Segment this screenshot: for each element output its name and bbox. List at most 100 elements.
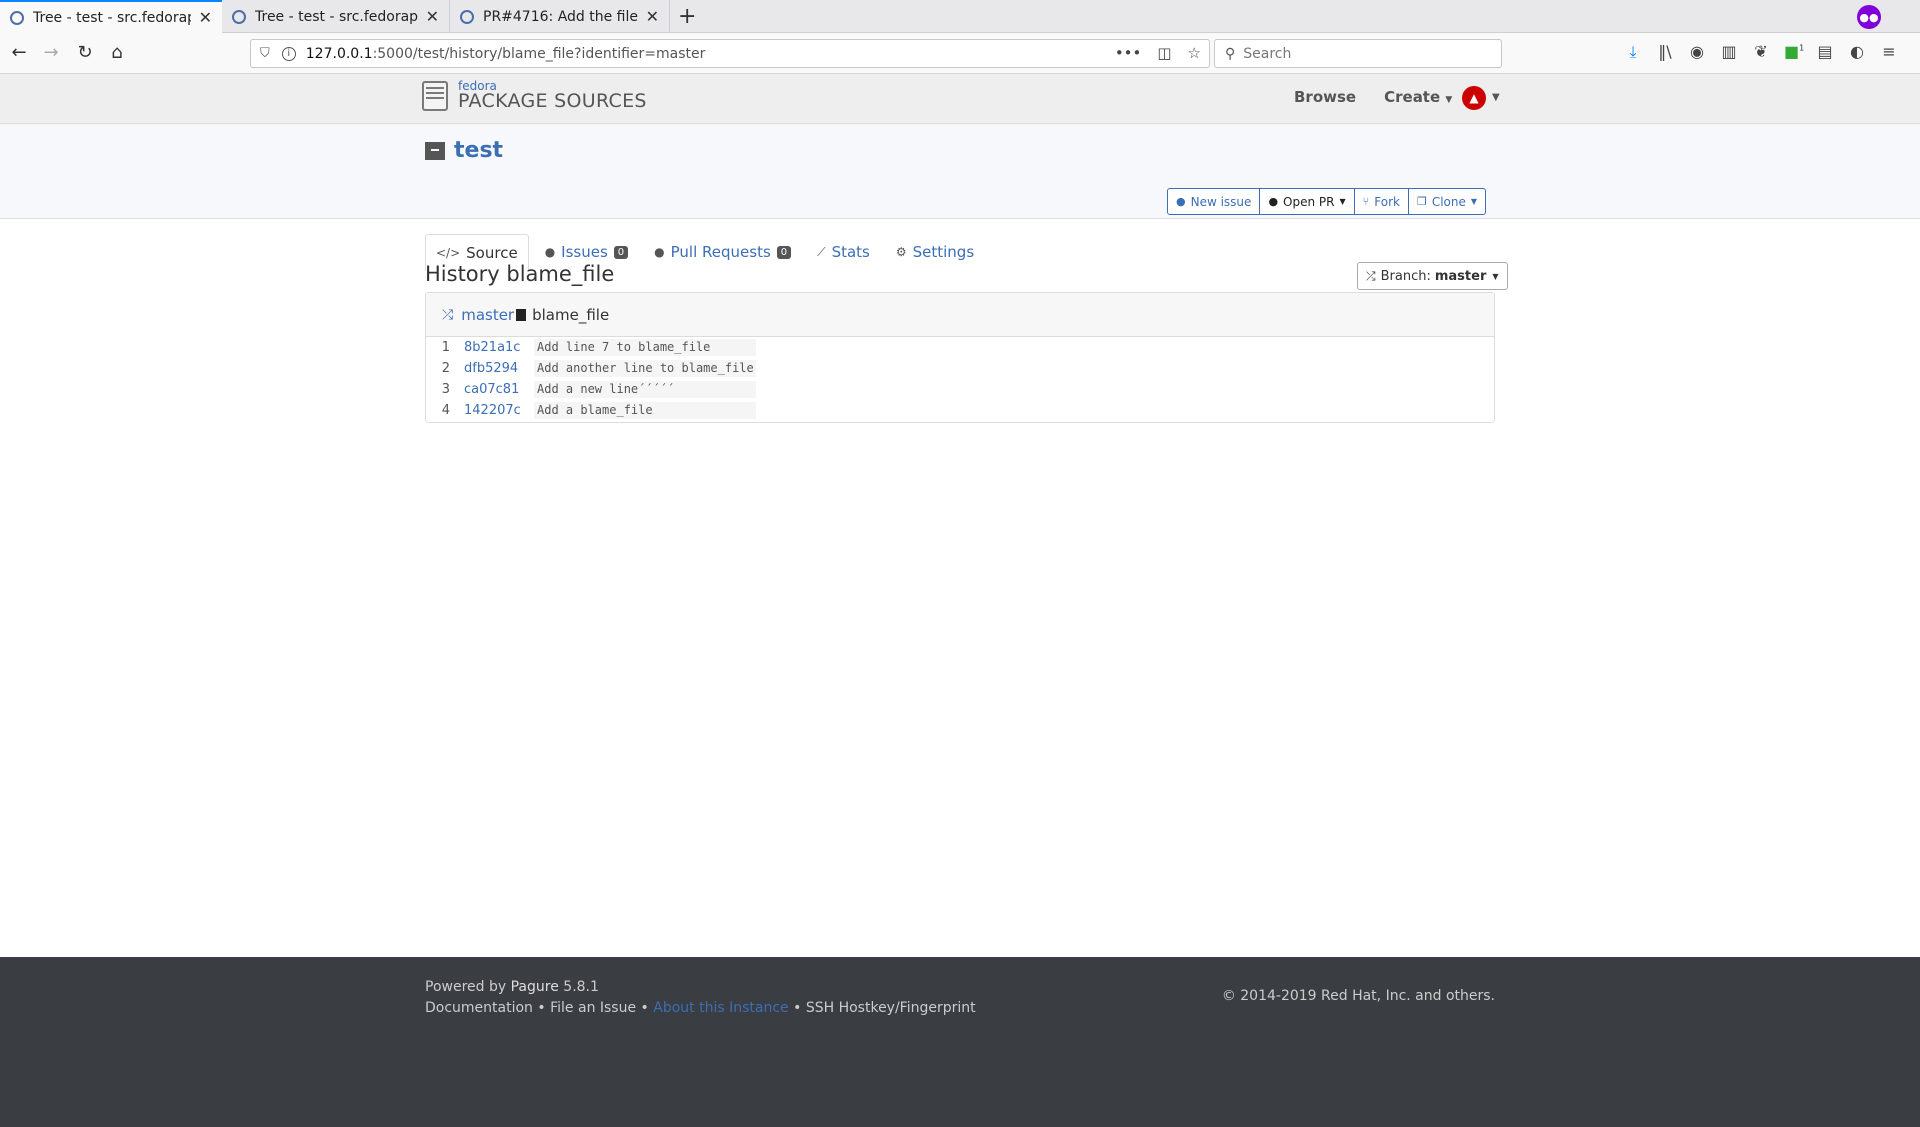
clone-button[interactable]: ❐ Clone ▼ xyxy=(1407,188,1487,215)
nav-create[interactable]: Create ▼ xyxy=(1384,88,1452,106)
forward-arrow-icon[interactable]: → xyxy=(38,40,64,66)
commit-link[interactable]: 142207c xyxy=(464,403,534,418)
fedora-package-sources-logo[interactable]: fedora PACKAGE SOURCES xyxy=(422,80,647,111)
shuffle-icon: ⤮ xyxy=(442,306,454,323)
tab-settings-label: Settings xyxy=(912,243,975,261)
commit-link[interactable]: dfb5294 xyxy=(464,361,534,376)
pagure-version: 5.8.1 xyxy=(563,979,599,995)
exclamation-circle-icon: ● xyxy=(1176,195,1186,208)
tab-pull-requests[interactable]: ● Pull Requests 0 xyxy=(644,234,801,270)
tracking-shield-icon[interactable]: ⛉ xyxy=(260,46,270,61)
issues-count-badge: 0 xyxy=(613,245,629,259)
account-icon[interactable]: ◐ xyxy=(1848,42,1866,62)
powered-by-text: Powered by xyxy=(425,979,507,995)
extension-badge-count: 1 xyxy=(1799,43,1805,53)
tab-source-label: Source xyxy=(466,243,518,262)
documentation-link[interactable]: Documentation xyxy=(425,1000,533,1016)
url-bar[interactable]: ⛉ i 127.0.0.1:5000/test/history/blame_fi… xyxy=(250,39,1210,68)
footer-links: Documentation • File an Issue • About th… xyxy=(425,998,976,1019)
logo-big-text: PACKAGE SOURCES xyxy=(458,90,647,112)
nav-browse[interactable]: Browse xyxy=(1294,88,1356,106)
chevron-down-icon[interactable]: ▼ xyxy=(1492,92,1500,103)
breadcrumb-branch-link[interactable]: master xyxy=(461,306,514,324)
line-number: 2 xyxy=(441,361,450,376)
nav-create-label: Create xyxy=(1384,88,1441,106)
tab-stats[interactable]: ⟋ Stats xyxy=(807,234,880,270)
user-avatar[interactable]: ▲ xyxy=(1462,86,1486,110)
private-browsing-mask-icon: ●● xyxy=(1857,5,1881,29)
site-info-icon[interactable]: i xyxy=(281,46,296,61)
shuffle-icon: ⤮ xyxy=(1366,268,1376,283)
url-text[interactable]: 127.0.0.1:5000/test/history/blame_file?i… xyxy=(306,46,706,62)
reload-icon[interactable]: ↻ xyxy=(72,40,98,66)
home-icon[interactable]: ⌂ xyxy=(104,40,130,66)
table-row: 2 dfb5294 Add another line to blame_file xyxy=(426,358,756,379)
library-icon[interactable]: ‖\ xyxy=(1656,42,1674,62)
tab-title: PR#4716: Add the file his xyxy=(483,8,638,25)
commit-message: Add line 7 to blame_file xyxy=(534,339,756,356)
page-title: History blame_file xyxy=(425,262,615,286)
repo-name[interactable]: test xyxy=(454,138,503,163)
back-arrow-icon[interactable]: ← xyxy=(6,40,32,66)
ssh-hostkey-link[interactable]: SSH Hostkey/Fingerprint xyxy=(806,1000,976,1016)
file-icon xyxy=(516,308,527,321)
commit-link[interactable]: ca07c81 xyxy=(464,382,534,397)
downloads-icon[interactable]: ⤓ xyxy=(1624,42,1642,62)
browser-tab-3[interactable]: PR#4716: Add the file his ✕ xyxy=(450,0,670,33)
commit-link[interactable]: 8b21a1c xyxy=(464,340,534,355)
browser-tab-1[interactable]: Tree - test - src.fedorapr ✕ xyxy=(0,0,222,33)
commit-message: Add a blame_file xyxy=(534,402,756,419)
arrow-circle-icon: ● xyxy=(1268,195,1279,208)
menu-icon[interactable]: ≡ xyxy=(1880,42,1898,62)
browser-tab-2[interactable]: Tree - test - src.fedorapr ✕ xyxy=(222,0,450,33)
chevron-down-icon: ▼ xyxy=(1470,197,1478,206)
site-header: fedora PACKAGE SOURCES Browse Create ▼ ▲… xyxy=(0,74,1920,124)
powered-by-line: Powered by Pagure 5.8.1 xyxy=(425,977,976,998)
commit-message: Add a new line´´´´´ xyxy=(534,381,756,398)
about-instance-link[interactable]: About this Instance xyxy=(653,1000,788,1016)
new-tab-button[interactable]: + xyxy=(678,4,696,29)
branch-value: master xyxy=(1434,268,1487,284)
branch-selector-button[interactable]: ⤮ Branch: master ▼ xyxy=(1357,262,1508,290)
new-issue-button[interactable]: ● New issue xyxy=(1167,188,1261,215)
tab-title: Tree - test - src.fedorapr xyxy=(33,9,191,26)
branch-label: Branch: xyxy=(1380,268,1431,284)
chevron-down-icon: ▼ xyxy=(1492,271,1499,281)
pr-count-badge: 0 xyxy=(776,245,792,259)
close-icon[interactable]: ✕ xyxy=(646,7,659,26)
bookmark-star-icon[interactable]: ☆ xyxy=(1188,44,1201,62)
tab-title: Tree - test - src.fedorapr xyxy=(255,8,418,25)
pagure-link[interactable]: Pagure xyxy=(511,979,559,995)
breadcrumb-file: blame_file xyxy=(532,305,610,324)
arrow-circle-icon: ● xyxy=(654,245,665,259)
repo-action-buttons: ● New issue ● Open PR ▼ ⑂ Fork ❐ Clone ▼ xyxy=(1167,188,1487,215)
page-actions-icon[interactable]: ••• xyxy=(1115,44,1142,62)
browser-navbar: ← → ↻ ⌂ ⛉ i 127.0.0.1:5000/test/history/… xyxy=(0,33,1920,74)
sidebar-icon[interactable]: ▥ xyxy=(1720,42,1738,62)
gears-icon: ⚙ xyxy=(895,245,907,259)
footer-separator: • xyxy=(793,1000,802,1016)
line-number: 4 xyxy=(441,403,450,418)
line-number: 1 xyxy=(441,340,450,355)
browser-tab-bar: Tree - test - src.fedorapr ✕ Tree - test… xyxy=(0,0,1920,33)
top-nav: Browse Create ▼ xyxy=(1294,88,1452,106)
extension-color-icon[interactable]: ◉ xyxy=(1688,42,1706,62)
tab-settings[interactable]: ⚙ Settings xyxy=(886,234,984,270)
line-chart-icon: ⟋ xyxy=(817,244,826,259)
pagure-favicon-icon xyxy=(460,9,474,24)
extension-leaf-icon[interactable]: ❦ xyxy=(1752,42,1770,62)
file-issue-link[interactable]: File an Issue xyxy=(550,1000,636,1016)
browser-search-input[interactable]: ⚲ Search xyxy=(1214,39,1502,68)
tab-pull-requests-label: Pull Requests xyxy=(670,243,771,261)
close-icon[interactable]: ✕ xyxy=(426,7,439,26)
fork-icon: ⑂ xyxy=(1362,195,1370,208)
search-icon: ⚲ xyxy=(1225,45,1236,62)
fork-button[interactable]: ⑂ Fork xyxy=(1353,188,1409,215)
close-icon[interactable]: ✕ xyxy=(199,8,212,27)
open-pr-button[interactable]: ● Open PR ▼ xyxy=(1259,188,1355,215)
tab-issues-label: Issues xyxy=(561,243,608,261)
table-row: 3 ca07c81 Add a new line´´´´´ xyxy=(426,379,756,400)
pocket-icon[interactable]: ◫ xyxy=(1157,44,1171,62)
extension-badge-icon[interactable]: ■1 xyxy=(1784,42,1805,62)
extension-grid-icon[interactable]: ▤ xyxy=(1816,42,1834,62)
